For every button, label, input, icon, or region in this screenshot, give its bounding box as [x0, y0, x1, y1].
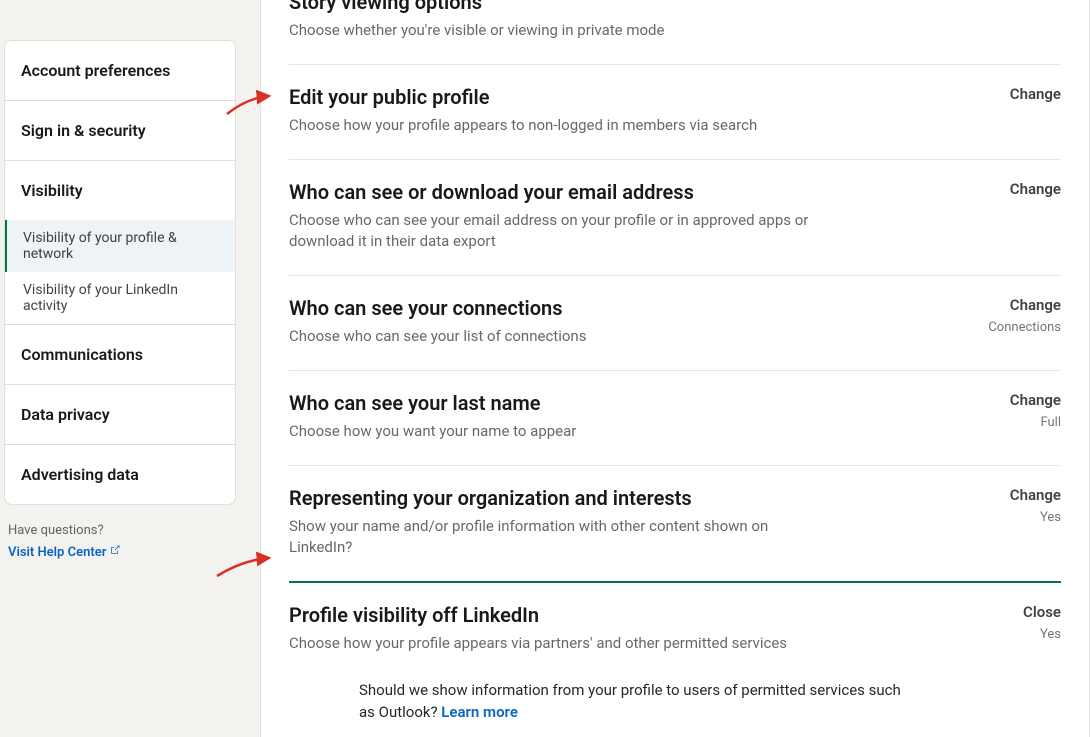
change-link[interactable]: Change — [1010, 486, 1061, 504]
close-link[interactable]: Close — [1023, 603, 1061, 621]
section-current-value: Yes — [1023, 627, 1061, 642]
section-desc: Choose whether you're visible or viewing… — [289, 20, 1031, 42]
section-public-profile[interactable]: Edit your public profile Choose how your… — [289, 65, 1061, 160]
sidebar-item-visibility[interactable]: Visibility — [5, 161, 235, 220]
section-title: Edit your public profile — [289, 85, 980, 109]
sidebar-item-communications[interactable]: Communications — [5, 325, 235, 384]
sidebar-sub-visibility-activity[interactable]: Visibility of your LinkedIn activity — [5, 272, 235, 324]
section-connections-visibility[interactable]: Who can see your connections Choose who … — [289, 276, 1061, 371]
learn-more-link[interactable]: Learn more — [441, 703, 518, 721]
section-off-linkedin-expanded: Should we show information from your pro… — [289, 661, 1061, 737]
help-question: Have questions? — [8, 523, 232, 538]
external-link-icon — [109, 544, 121, 560]
settings-sidebar: Account preferences Sign in & security V… — [4, 40, 236, 505]
section-current-value: Connections — [988, 320, 1061, 335]
sidebar-item-account-preferences[interactable]: Account preferences — [5, 41, 235, 100]
sidebar-item-data-privacy[interactable]: Data privacy — [5, 385, 235, 444]
help-center-link-label: Visit Help Center — [8, 545, 106, 560]
sidebar-sub-visibility-profile-network[interactable]: Visibility of your profile & network — [5, 220, 235, 272]
section-current-value: Yes — [1010, 510, 1061, 525]
sidebar-item-sign-in-security[interactable]: Sign in & security — [5, 101, 235, 160]
section-title: Profile visibility off LinkedIn — [289, 603, 993, 627]
section-desc: Show your name and/or profile informatio… — [289, 516, 809, 560]
change-link[interactable]: Change — [1010, 391, 1061, 409]
section-title: Representing your organization and inter… — [289, 486, 980, 510]
section-title: Who can see or download your email addre… — [289, 180, 980, 204]
sidebar-item-advertising-data[interactable]: Advertising data — [5, 445, 235, 504]
section-last-name-visibility[interactable]: Who can see your last name Choose how yo… — [289, 371, 1061, 466]
change-link[interactable]: Change — [1010, 85, 1061, 103]
section-current-value: Full — [1010, 415, 1061, 430]
section-title: Who can see your last name — [289, 391, 980, 415]
section-desc: Choose who can see your list of connecti… — [289, 326, 958, 348]
change-link[interactable]: Change — [1010, 180, 1061, 198]
section-desc: Choose who can see your email address on… — [289, 210, 829, 254]
section-desc: Choose how your profile appears to non-l… — [289, 115, 980, 137]
section-title: Who can see your connections — [289, 296, 958, 320]
change-link[interactable]: Change — [988, 296, 1061, 314]
section-title: Story viewing options — [289, 0, 1031, 14]
settings-content: Story viewing options Choose whether you… — [260, 0, 1090, 737]
help-block: Have questions? Visit Help Center — [4, 505, 236, 560]
section-desc: Choose how you want your name to appear — [289, 421, 980, 443]
section-desc: Choose how your profile appears via part… — [289, 633, 993, 655]
section-email-visibility[interactable]: Who can see or download your email addre… — [289, 160, 1061, 277]
section-organization-interests[interactable]: Representing your organization and inter… — [289, 466, 1061, 584]
section-off-linkedin[interactable]: Profile visibility off LinkedIn Choose h… — [289, 583, 1061, 661]
help-center-link[interactable]: Visit Help Center — [8, 544, 121, 560]
section-story-viewing: Story viewing options Choose whether you… — [289, 0, 1061, 65]
expanded-description-line: Should we show information from your pro… — [359, 679, 919, 724]
